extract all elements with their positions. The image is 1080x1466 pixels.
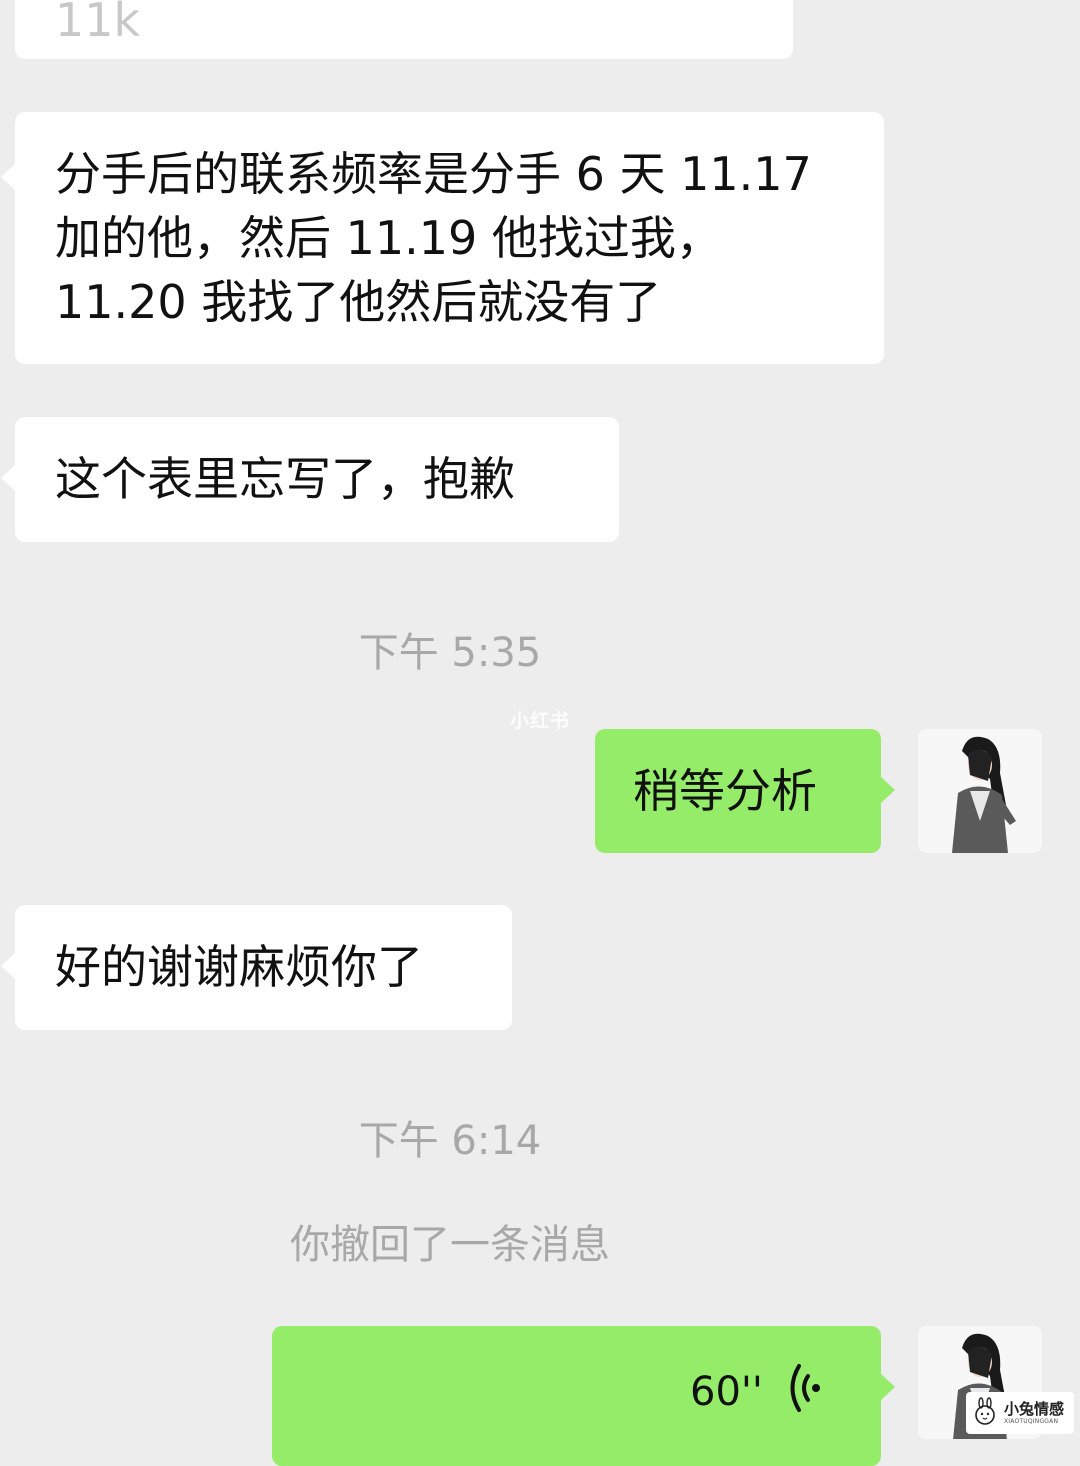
message-text: 这个表里忘写了，抱歉 (55, 452, 515, 506)
message-bubble-partial[interactable]: 11k (15, 0, 793, 59)
bubble-tail (1, 164, 15, 190)
brand-subtitle: XIAOTUQINGGAN (1004, 1418, 1059, 1425)
bubble-tail (881, 777, 895, 803)
message-bubble[interactable]: 好的谢谢麻烦你了 (1, 905, 512, 1030)
message-text: 稍等分析 (633, 764, 817, 818)
avatar[interactable] (918, 729, 1042, 853)
voice-duration: 60'' (690, 1369, 763, 1415)
message-bubble[interactable]: 分手后的联系频率是分手 6 天 11.17 加的他，然后 11.19 他找过我，… (1, 112, 884, 364)
message-line: 加的他，然后 11.19 他找过我， (55, 211, 722, 265)
message-text: 11k (55, 0, 141, 47)
bubble-tail (1, 953, 15, 979)
message-text: 好的谢谢麻烦你了 (55, 940, 423, 994)
voice-message-bubble[interactable]: 60'' (272, 1326, 895, 1466)
rabbit-logo-icon (975, 1397, 995, 1425)
bubble-tail (1, 465, 15, 491)
recall-notice: 你撤回了一条消息 (290, 1222, 610, 1268)
message-bubble-outgoing[interactable]: 稍等分析 (595, 729, 895, 853)
message-line: 分手后的联系频率是分手 6 天 11.17 (55, 147, 812, 201)
bubble-tail (881, 1374, 895, 1400)
timestamp: 下午 6:14 (358, 1118, 542, 1164)
brand-logo-badge: 小兔情感 XIAOTUQINGGAN (966, 1392, 1074, 1434)
voice-wave-icon (790, 1364, 820, 1412)
xiaohongshu-watermark: 小红书 (510, 710, 571, 732)
message-line: 11.20 我找了他然后就没有了 (55, 275, 662, 329)
timestamp: 下午 5:35 (358, 630, 542, 676)
message-bubble[interactable]: 这个表里忘写了，抱歉 (1, 417, 619, 542)
brand-text: 小兔情感 XIAOTUQINGGAN (1004, 1400, 1064, 1426)
brand-name: 小兔情感 (1004, 1400, 1065, 1418)
